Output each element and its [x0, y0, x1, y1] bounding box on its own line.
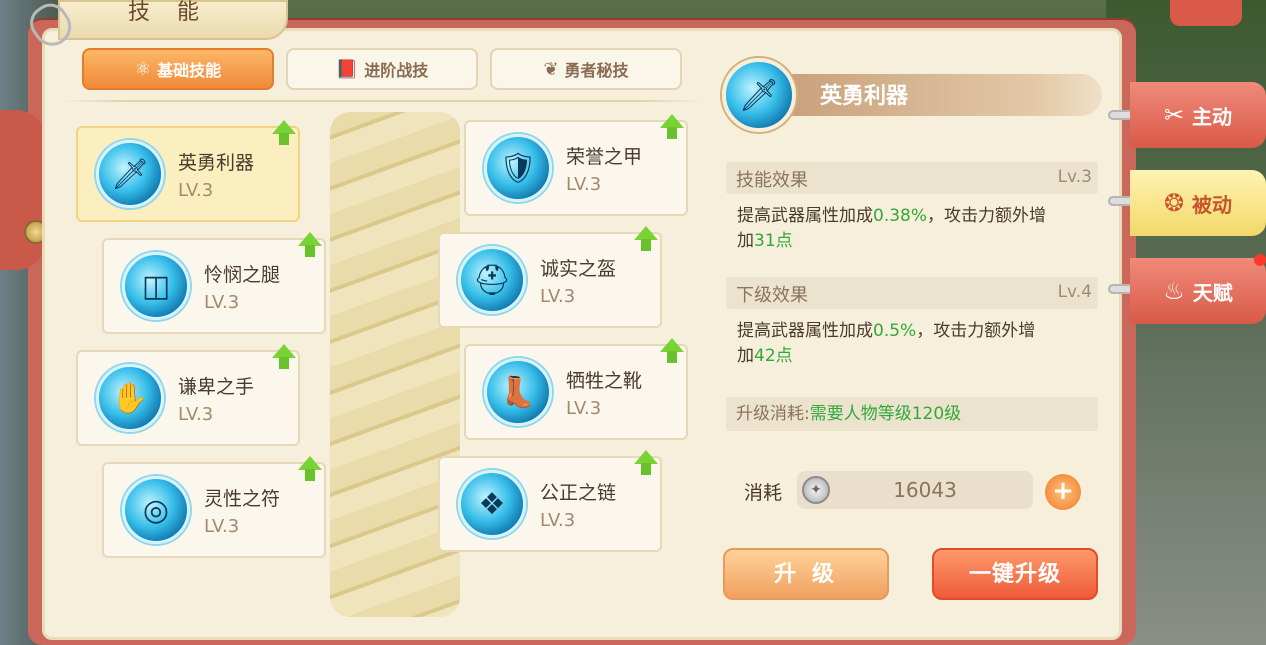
detail-title: 英勇利器 [820, 84, 909, 109]
boots-icon: 👢 [484, 358, 552, 426]
side-tab-passive-skills[interactable]: ❂ 被动 [1130, 170, 1266, 236]
tab-label: 勇者秘技 [564, 61, 629, 80]
effect-percent: 0.38% [873, 206, 928, 226]
upgrade-button[interactable]: 升 级 [723, 548, 889, 600]
skill-name: 灵性之符 [204, 488, 281, 510]
divider [62, 100, 702, 102]
add-currency-button[interactable]: + [1043, 472, 1083, 512]
helmet-icon: ⛑ [458, 246, 526, 314]
tab-advanced-skills[interactable]: 📕 进阶战技 [286, 48, 478, 90]
page-title: 技 能 [128, 0, 209, 25]
amulet-icon: ◎ [122, 476, 190, 544]
skill-name: 诚实之盔 [540, 258, 617, 280]
skill-level: LV.3 [540, 286, 576, 307]
effect-text: 提高武器属性加成 [737, 321, 873, 341]
upgrade-arrow-icon [634, 226, 658, 251]
skill-name: 牺牲之靴 [566, 370, 643, 392]
upgrade-arrow-icon [298, 232, 322, 257]
skill-level: LV.3 [566, 174, 602, 195]
effect-percent: 0.5% [873, 321, 917, 341]
skill-card-spirit-charm[interactable]: ◎ 灵性之符 LV.3 [102, 456, 326, 558]
requirement-value: 需要人物等级120级 [809, 404, 962, 424]
side-tab-talent[interactable]: ♨ 天赋 [1130, 258, 1266, 324]
tab-basic-skills[interactable]: ⚛ 基础技能 [82, 48, 274, 90]
cost-value: 16043 [893, 478, 957, 502]
book-icon: 📕 [335, 58, 359, 80]
upgrade-arrow-icon [660, 114, 684, 139]
upgrade-arrow-icon [660, 338, 684, 363]
silver-coin-icon: ✦ [802, 476, 830, 504]
notification-dot [1254, 254, 1266, 266]
flame-icon: ♨ [1163, 277, 1185, 305]
armor-icon: 🛡 [484, 134, 552, 202]
upgrade-arrow-icon [634, 450, 658, 475]
skill-card-sacrifice-boots[interactable]: 👢 牺牲之靴 LV.3 [464, 338, 688, 440]
skill-card-honor-armor[interactable]: 🛡 荣誉之甲 LV.3 [464, 114, 688, 216]
ribbon-decoration [0, 110, 46, 270]
tab-label: 基础技能 [157, 61, 222, 80]
cost-label: 消耗 [744, 482, 783, 504]
effect-text: 加 [737, 346, 754, 366]
skill-level: LV.3 [204, 516, 240, 537]
effect-points: 31点 [754, 231, 793, 251]
skill-card-honesty-helm[interactable]: ⛑ 诚实之盔 LV.3 [438, 226, 662, 328]
tab-hero-secret-skills[interactable]: ❦ 勇者秘技 [490, 48, 682, 90]
effect-label: 技能效果 [736, 170, 808, 191]
glove-icon: ✋ [96, 364, 164, 432]
necklace-icon: ❖ [458, 470, 526, 538]
skill-level: LV.3 [566, 398, 602, 419]
skill-name: 怜悯之腿 [204, 264, 281, 286]
side-tab-label: 天赋 [1192, 280, 1233, 305]
skill-name: 公正之链 [540, 482, 617, 504]
skill-name: 荣誉之甲 [566, 146, 643, 168]
skill-card-justice-chain[interactable]: ❖ 公正之链 LV.3 [438, 450, 662, 552]
slash-icon: ✂ [1163, 101, 1185, 129]
effect-header: 技能效果 Lv.3 [726, 162, 1098, 194]
next-effect-label: 下级效果 [736, 285, 808, 306]
skill-card-mercy-legs[interactable]: ◫ 怜悯之腿 LV.3 [102, 232, 326, 334]
side-tab-label: 主动 [1192, 104, 1233, 129]
skill-level: LV.3 [204, 292, 240, 313]
effect-level: Lv.3 [1057, 167, 1092, 187]
next-effect-level: Lv.4 [1057, 282, 1092, 302]
tab-label: 进阶战技 [364, 61, 429, 80]
skill-level: LV.3 [178, 404, 214, 425]
skill-name: 谦卑之手 [178, 376, 255, 398]
skill-card-humility-hand[interactable]: ✋ 谦卑之手 LV.3 [76, 344, 300, 446]
swirl-icon: ❂ [1163, 189, 1185, 217]
upgrade-arrow-icon [298, 456, 322, 481]
effect-text: ，攻击力额外增 [927, 206, 1047, 226]
upgrade-arrow-icon [272, 120, 296, 145]
wing-icon: ❦ [543, 58, 559, 80]
side-tab-active-skills[interactable]: ✂ 主动 [1130, 82, 1266, 148]
upgrade-arrow-icon [272, 344, 296, 369]
effect-points: 42点 [754, 346, 793, 366]
top-corner-decoration [1170, 0, 1242, 26]
requirement-label: 升级消耗: [736, 404, 810, 424]
skill-name: 英勇利器 [178, 152, 255, 174]
upgrade-requirement: 升级消耗:需要人物等级120级 [726, 397, 1098, 431]
next-effect-description: 提高武器属性加成0.5%，攻击力额外增 加42点 [737, 319, 1103, 369]
one-key-upgrade-button[interactable]: 一键升级 [932, 548, 1098, 600]
next-effect-header: 下级效果 Lv.4 [726, 277, 1098, 309]
sword-icon: 🗡 [722, 58, 796, 132]
side-tab-label: 被动 [1192, 192, 1233, 217]
effect-text: 加 [737, 231, 754, 251]
skill-level: LV.3 [540, 510, 576, 531]
sword-icon: 🗡 [96, 140, 164, 208]
skill-card-brave-weapon[interactable]: 🗡 英勇利器 LV.3 [76, 120, 300, 222]
effect-text: ，攻击力额外增 [916, 321, 1036, 341]
atom-icon: ⚛ [134, 58, 152, 80]
skill-level: LV.3 [178, 180, 214, 201]
effect-text: 提高武器属性加成 [737, 206, 873, 226]
belt-icon: ◫ [122, 252, 190, 320]
effect-description: 提高武器属性加成0.38%，攻击力额外增 加31点 [737, 204, 1103, 254]
